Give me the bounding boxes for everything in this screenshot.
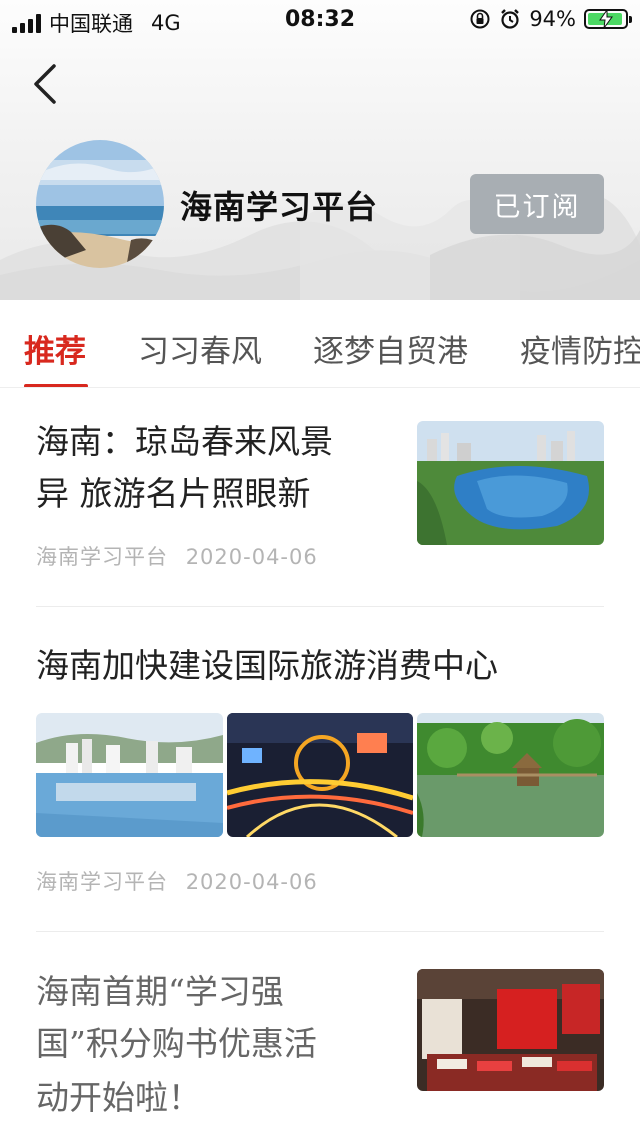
- back-button[interactable]: [28, 62, 64, 106]
- article-title-line: 国”积分购书优惠活: [36, 1024, 317, 1063]
- tab-xixi-chunfeng[interactable]: 习习春风: [138, 326, 262, 371]
- article-title-line: 动开始啦！: [36, 1078, 201, 1117]
- alarm-icon: [501, 9, 520, 29]
- article-title-line: 海南：琼岛春来风景: [36, 422, 333, 461]
- back-icon: [34, 64, 56, 104]
- tab-recommended[interactable]: 推荐: [24, 326, 86, 371]
- article-source: 海南学习平台: [36, 870, 168, 894]
- divider: [36, 606, 604, 607]
- article-title: 海南加快建设国际旅游消费中心: [36, 646, 498, 685]
- category-tabs: 推荐 习习春风 逐梦自贸港 疫情防控: [0, 300, 640, 388]
- article-thumbnail-bookstore: [417, 969, 604, 1091]
- article-image-green-lake: [417, 713, 604, 837]
- article-image-harbor: [36, 713, 223, 837]
- subscribed-button[interactable]: 已订阅: [470, 174, 604, 234]
- tab-zhumeng-zimaogang[interactable]: 逐梦自贸港: [313, 326, 468, 371]
- article-image-night-city: [227, 713, 413, 837]
- divider: [36, 931, 604, 932]
- orientation-lock-icon: [470, 9, 490, 29]
- article-title-line: 异 旅游名片照眼新: [36, 474, 311, 513]
- article-source: 海南学习平台: [36, 545, 168, 569]
- article-thumbnail-lake: [417, 421, 604, 545]
- status-bar: 中国联通 4G 08:32 94%: [0, 0, 640, 40]
- battery-percent: 94%: [529, 7, 576, 31]
- tab-epidemic-prevention[interactable]: 疫情防控: [520, 326, 640, 371]
- active-tab-indicator: [24, 384, 88, 387]
- article-date: 2020-04-06: [185, 870, 318, 894]
- battery-icon: [584, 9, 632, 29]
- channel-avatar: [36, 140, 164, 268]
- article-title-line: 海南首期“学习强: [36, 972, 284, 1011]
- channel-name: 海南学习平台: [180, 188, 379, 226]
- article-date: 2020-04-06: [185, 545, 318, 569]
